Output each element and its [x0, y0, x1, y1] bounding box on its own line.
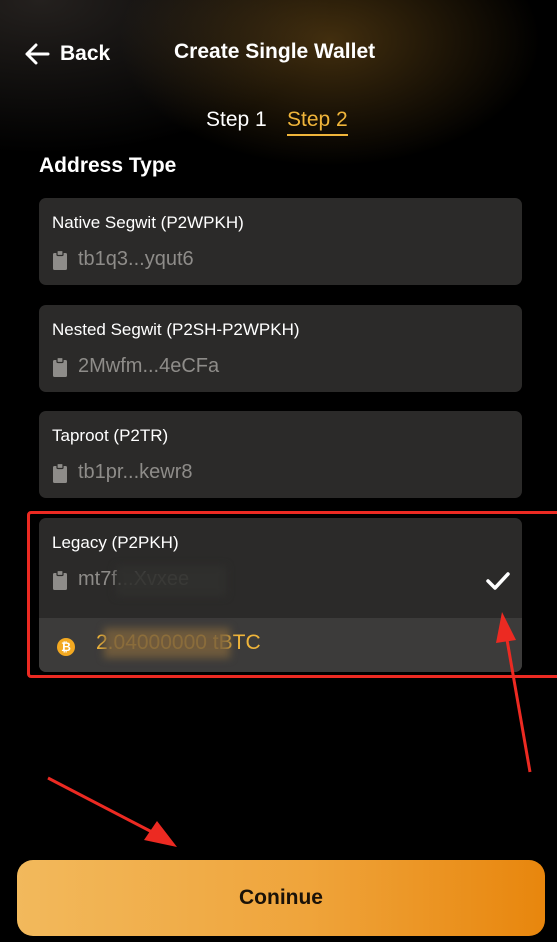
address-type-name: Taproot (P2TR)	[52, 426, 169, 445]
address-type-name: Nested Segwit (P2SH-P2WPKH)	[52, 320, 300, 339]
address-option-native-segwit[interactable]: Native Segwit (P2WPKH) tb1q3...yqut6	[39, 198, 522, 285]
arrow-left-icon	[25, 43, 50, 65]
redaction-blur	[116, 566, 226, 596]
page-title: Create Single Wallet	[174, 40, 376, 63]
clipboard-icon[interactable]	[52, 462, 68, 483]
address-text: tb1q3...yqut6	[78, 248, 194, 270]
bitcoin-icon: ₿	[57, 638, 75, 656]
legacy-header: Legacy (P2PKH) mt7f...Xvxee	[39, 518, 522, 618]
address-row: tb1pr...kewr8	[52, 461, 193, 484]
step-indicator: Step 1 Step 2	[0, 104, 557, 140]
step-2-active[interactable]: Step 2	[287, 108, 348, 136]
header: Back Create Single Wallet	[0, 0, 557, 110]
address-type-name: Native Segwit (P2WPKH)	[52, 213, 244, 232]
checkmark-icon	[486, 572, 510, 590]
address-option-nested-segwit[interactable]: Nested Segwit (P2SH-P2WPKH) 2Mwfm...4eCF…	[39, 305, 522, 392]
address-type-title: Address Type	[39, 154, 177, 177]
address-type-name: Legacy (P2PKH)	[52, 533, 179, 552]
address-text: 2Mwfm...4eCFa	[78, 355, 220, 377]
clipboard-icon[interactable]	[52, 356, 68, 377]
clipboard-icon[interactable]	[52, 569, 68, 590]
address-text: tb1pr...kewr8	[78, 461, 193, 483]
step-1[interactable]: Step 1	[206, 108, 267, 132]
address-row: tb1q3...yqut6	[52, 248, 194, 271]
clipboard-icon[interactable]	[52, 249, 68, 270]
back-label: Back	[60, 42, 111, 65]
address-row: 2Mwfm...4eCFa	[52, 355, 219, 378]
back-button[interactable]: Back	[24, 38, 110, 70]
continue-button[interactable]: Coninue	[17, 860, 545, 936]
address-option-taproot[interactable]: Taproot (P2TR) tb1pr...kewr8	[39, 411, 522, 498]
redaction-blur	[104, 628, 230, 658]
